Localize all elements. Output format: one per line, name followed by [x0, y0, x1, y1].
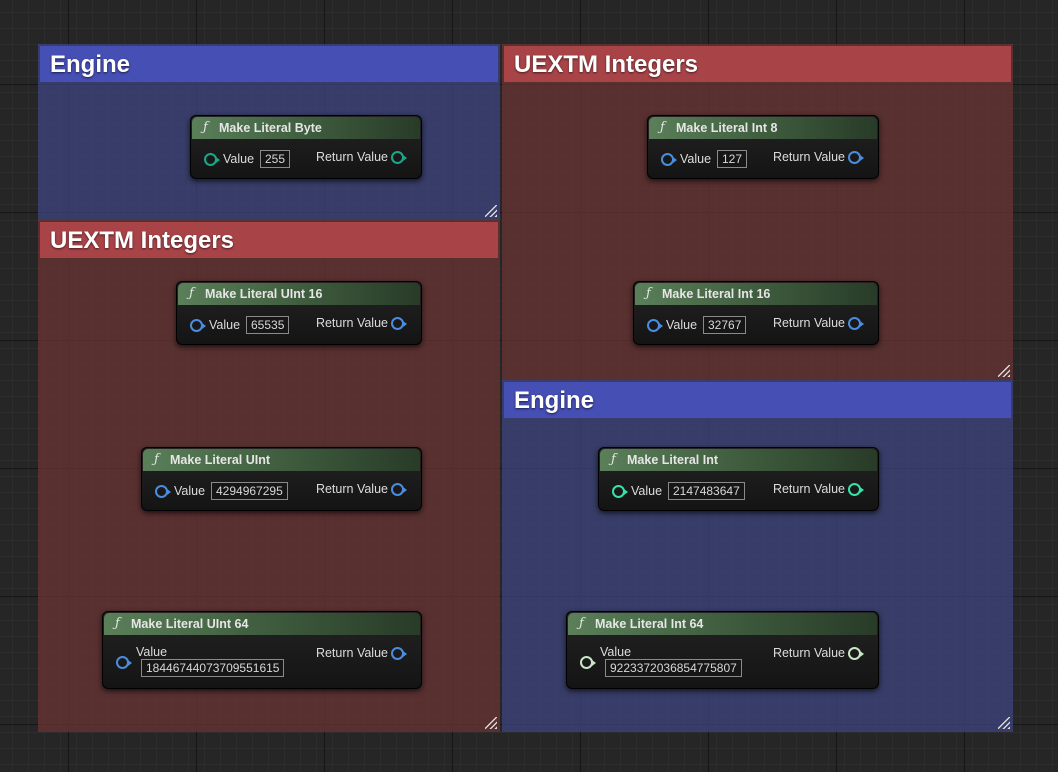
function-icon: ƒ — [646, 286, 651, 301]
node-title: Make Literal Int 8 — [676, 121, 778, 135]
resize-handle[interactable] — [485, 205, 497, 217]
function-icon: ƒ — [154, 452, 159, 467]
resize-handle[interactable] — [998, 717, 1010, 729]
node-title: Make Literal UInt — [170, 453, 271, 467]
return-value-output-pin[interactable] — [391, 151, 407, 164]
resize-handle[interactable] — [485, 717, 497, 729]
node-make-literal-int16[interactable]: ƒ Make Literal Int 16 Value 32767 Return … — [633, 281, 879, 345]
node-make-literal-uint64[interactable]: ƒ Make Literal UInt 64 Value 184467440737… — [102, 611, 422, 689]
value-input-pin[interactable] — [661, 153, 677, 166]
value-field[interactable]: 127 — [717, 150, 748, 168]
comment-title[interactable]: UEXTM Integers — [40, 222, 498, 258]
return-value-label: Return Value — [315, 316, 388, 330]
node-title: Make Literal Int 16 — [662, 287, 771, 301]
node-make-literal-int8[interactable]: ƒ Make Literal Int 8 Value 127 Return Val… — [647, 115, 879, 179]
node-make-literal-int[interactable]: ƒ Make Literal Int Value 2147483647 Retur… — [598, 447, 879, 511]
return-value-label: Return Value — [772, 646, 845, 660]
comment-title[interactable]: UEXTM Integers — [504, 46, 1011, 82]
return-value-label: Return Value — [315, 150, 388, 164]
return-value-output-pin[interactable] — [391, 647, 407, 660]
function-icon: ƒ — [660, 120, 665, 135]
return-value-output-pin[interactable] — [391, 317, 407, 330]
value-field[interactable]: 9223372036854775807 — [605, 659, 742, 677]
return-value-output-pin[interactable] — [848, 151, 864, 164]
value-input-pin[interactable] — [190, 319, 206, 332]
function-icon: ƒ — [189, 286, 194, 301]
node-make-literal-uint[interactable]: ƒ Make Literal UInt Value 4294967295 Retu… — [141, 447, 422, 511]
value-label: Value — [631, 484, 663, 498]
value-label: Value — [174, 484, 206, 498]
function-icon: ƒ — [203, 120, 208, 135]
value-field[interactable]: 18446744073709551615 — [141, 659, 285, 677]
node-title: Make Literal UInt 16 — [205, 287, 323, 301]
return-value-label: Return Value — [772, 316, 845, 330]
return-value-output-pin[interactable] — [848, 317, 864, 330]
node-title: Make Literal Int — [627, 453, 718, 467]
value-input-pin[interactable] — [580, 656, 596, 669]
function-icon: ƒ — [611, 452, 616, 467]
node-title: Make Literal Byte — [219, 121, 322, 135]
return-value-label: Return Value — [315, 482, 388, 496]
value-input-pin[interactable] — [155, 485, 171, 498]
value-label: Value — [680, 152, 712, 166]
value-input-pin[interactable] — [647, 319, 663, 332]
node-make-literal-int64[interactable]: ƒ Make Literal Int 64 Value 9223372036854… — [566, 611, 879, 689]
value-input-pin[interactable] — [612, 485, 628, 498]
value-label: Value — [136, 645, 168, 659]
value-input-pin[interactable] — [204, 153, 220, 166]
node-make-literal-byte[interactable]: ƒ Make Literal Byte Value 255 Return Valu… — [190, 115, 422, 179]
function-icon: ƒ — [115, 616, 120, 631]
function-icon: ƒ — [579, 616, 584, 631]
value-input-pin[interactable] — [116, 656, 132, 669]
resize-handle[interactable] — [998, 365, 1010, 377]
value-field[interactable]: 255 — [260, 150, 291, 168]
comment-title[interactable]: Engine — [504, 382, 1011, 418]
node-title: Make Literal Int 64 — [595, 617, 704, 631]
node-title: Make Literal UInt 64 — [131, 617, 249, 631]
value-label: Value — [666, 318, 698, 332]
return-value-output-pin[interactable] — [848, 647, 864, 660]
value-label: Value — [223, 152, 255, 166]
value-field[interactable]: 32767 — [703, 316, 747, 334]
value-field[interactable]: 65535 — [246, 316, 290, 334]
return-value-label: Return Value — [315, 646, 388, 660]
return-value-output-pin[interactable] — [391, 483, 407, 496]
return-value-label: Return Value — [772, 482, 845, 496]
comment-title[interactable]: Engine — [40, 46, 498, 82]
return-value-label: Return Value — [772, 150, 845, 164]
value-label: Value — [209, 318, 241, 332]
value-label: Value — [600, 645, 632, 659]
value-field[interactable]: 2147483647 — [668, 482, 745, 500]
value-field[interactable]: 4294967295 — [211, 482, 288, 500]
node-make-literal-uint16[interactable]: ƒ Make Literal UInt 16 Value 65535 Return… — [176, 281, 422, 345]
return-value-output-pin[interactable] — [848, 483, 864, 496]
